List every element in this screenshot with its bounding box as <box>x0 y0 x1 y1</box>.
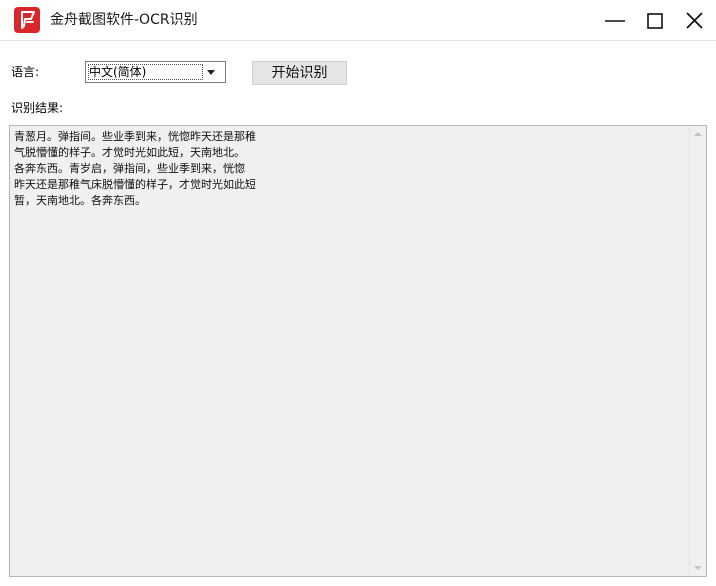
scroll-up-arrow-icon[interactable] <box>690 126 706 142</box>
maximize-icon <box>647 13 663 29</box>
result-text: 青葱月。弹指间。些业季到来，恍惚昨天还是那稚 气脱懵懂的样子。才觉时光如此短，天… <box>14 130 256 207</box>
language-select[interactable]: 中文(简体) <box>85 61 226 83</box>
minimize-button[interactable] <box>595 0 635 40</box>
result-textarea[interactable]: 青葱月。弹指间。些业季到来，恍惚昨天还是那稚 气脱懵懂的样子。才觉时光如此短，天… <box>9 125 707 577</box>
window-title: 金舟截图软件-OCR识别 <box>50 12 198 28</box>
vertical-scrollbar[interactable] <box>689 126 706 576</box>
title-bar[interactable]: 金舟截图软件-OCR识别 <box>0 0 716 41</box>
close-button[interactable] <box>675 0 715 40</box>
minimize-icon <box>605 20 625 22</box>
scroll-down-arrow-icon[interactable] <box>690 560 706 576</box>
language-selected-value: 中文(简体) <box>89 65 147 79</box>
dropdown-arrow-icon <box>207 70 215 75</box>
close-icon <box>686 12 703 29</box>
result-label: 识别结果: <box>11 101 64 115</box>
app-logo-icon <box>14 7 40 33</box>
language-label: 语言: <box>11 65 40 79</box>
start-recognition-button[interactable]: 开始识别 <box>252 61 347 85</box>
maximize-button[interactable] <box>635 0 675 40</box>
ocr-window: 金舟截图软件-OCR识别 语言: 中文(简体) 开始识别 识别结果: 青葱月。弹… <box>0 0 716 586</box>
